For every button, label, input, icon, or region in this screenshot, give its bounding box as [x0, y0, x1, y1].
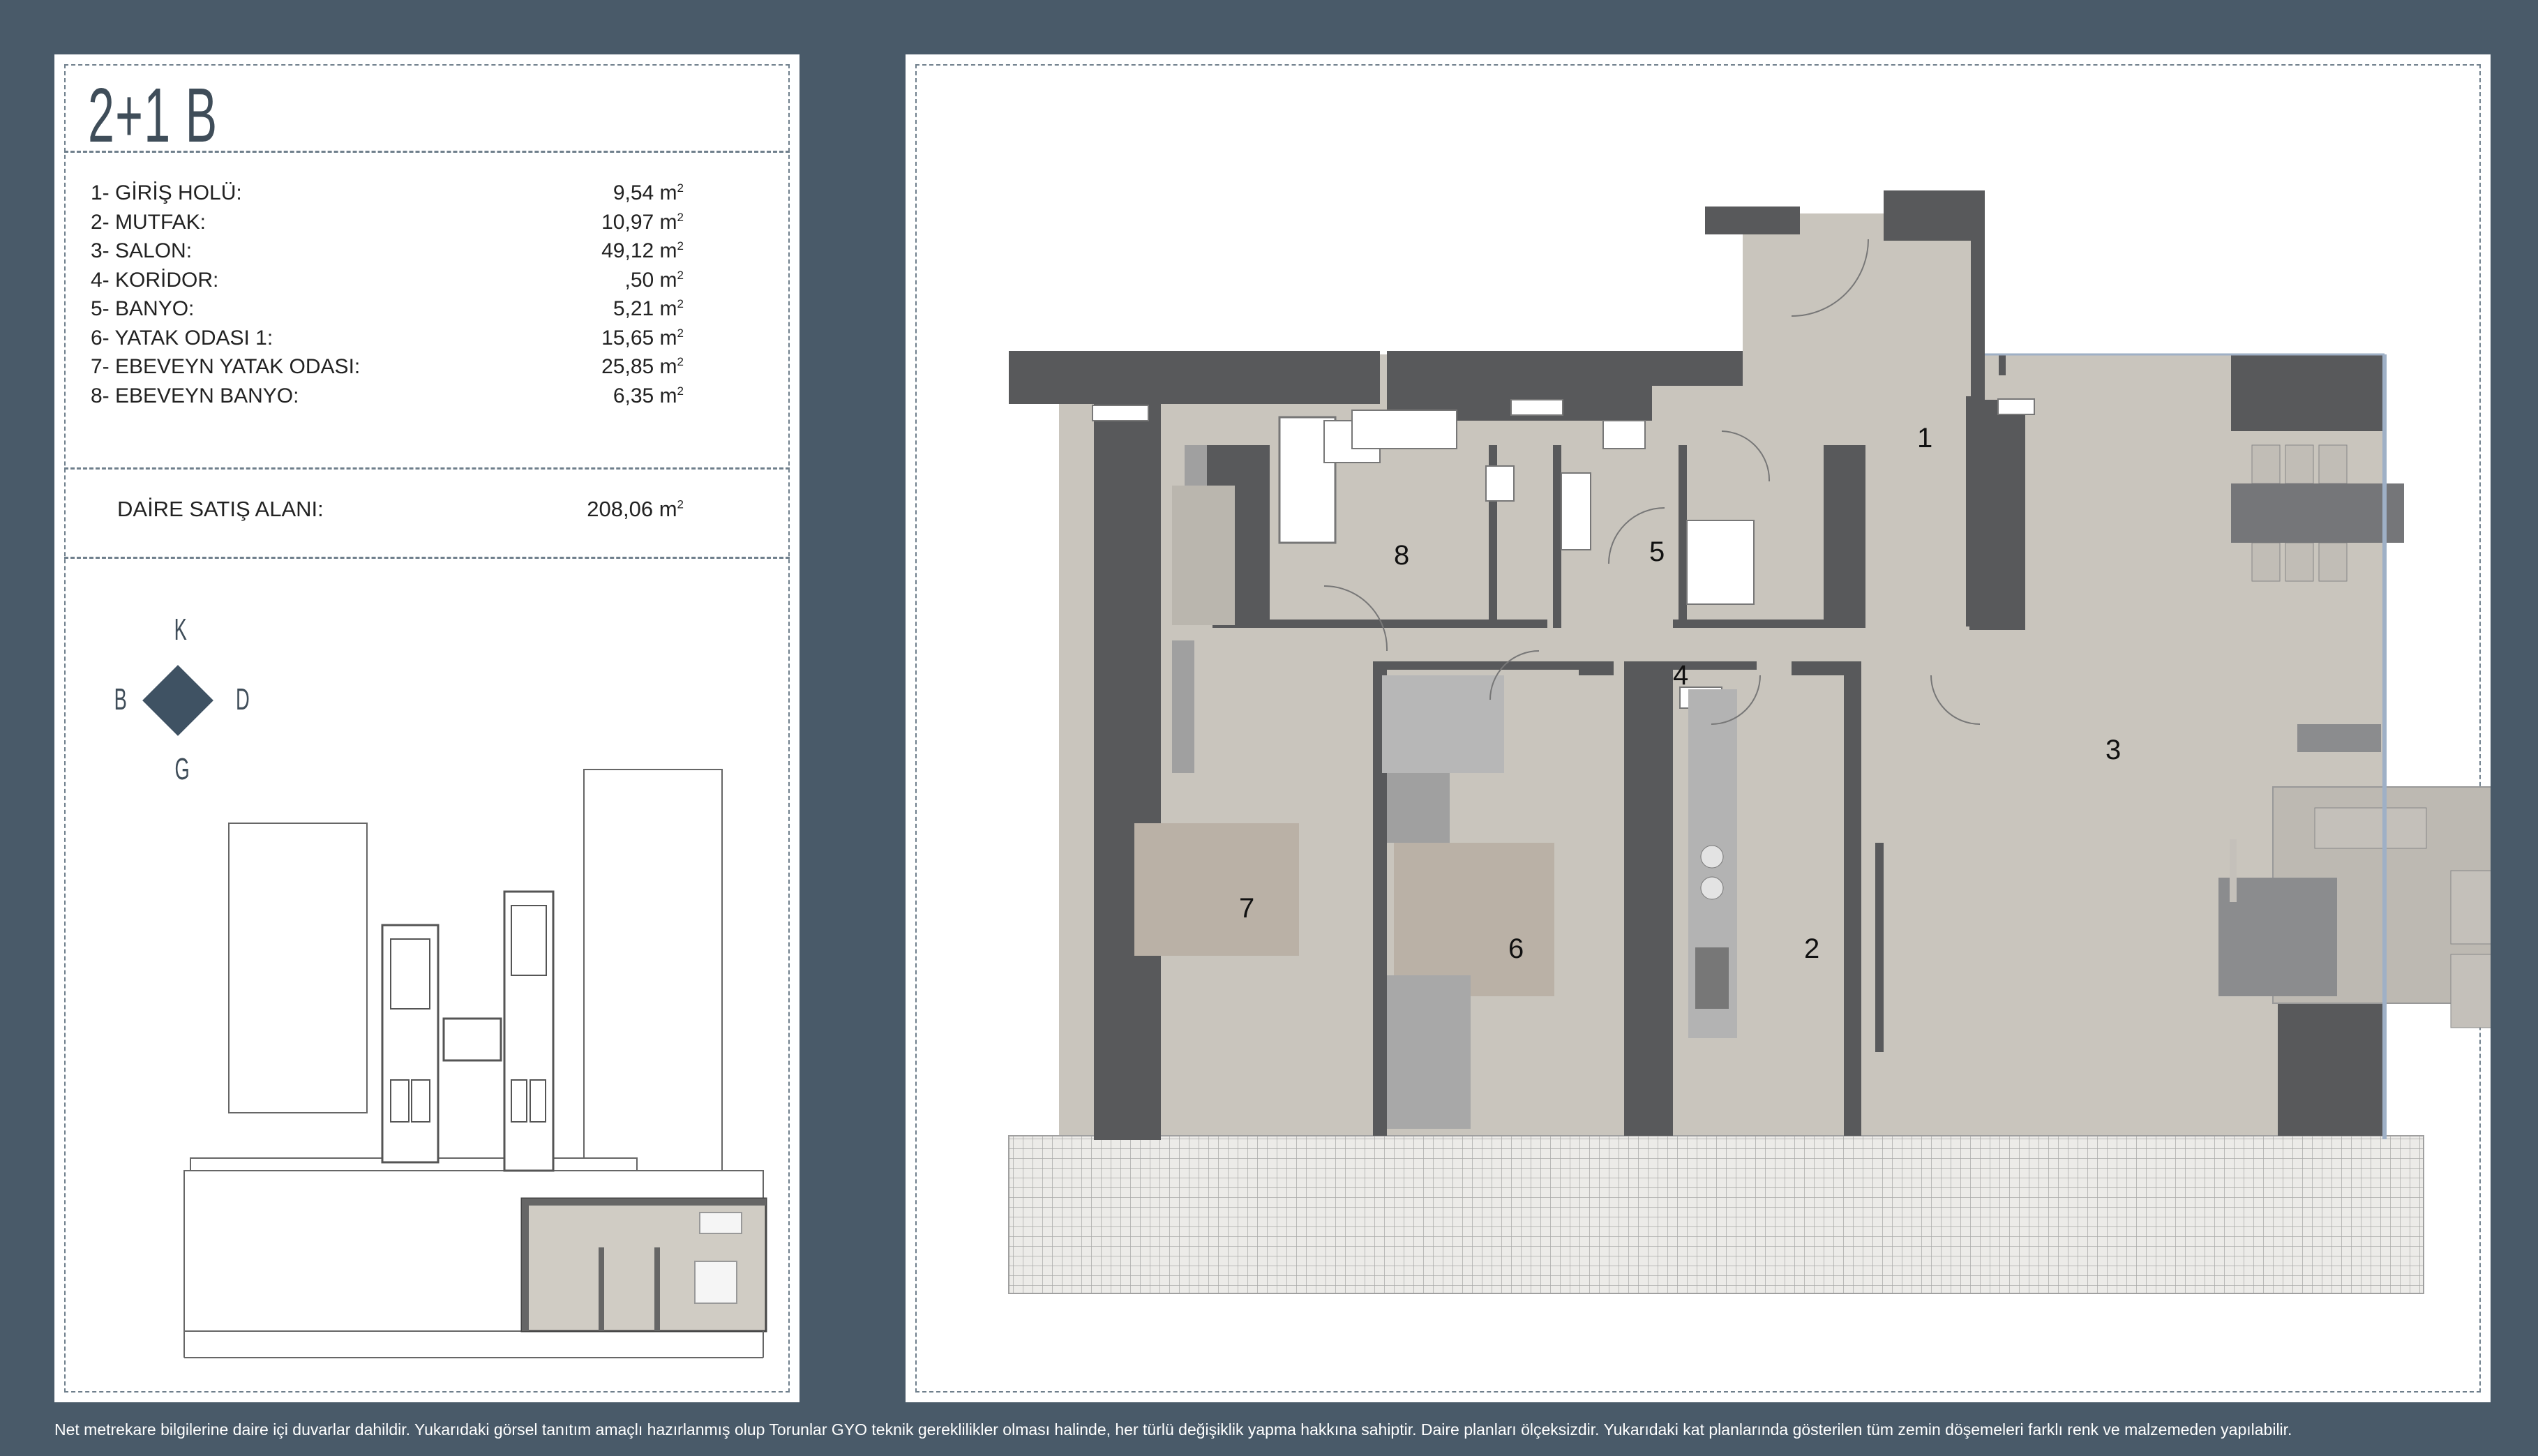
room-number-4: 4 [1673, 660, 1688, 691]
total-area-value: 208,06 m2 [587, 497, 684, 521]
room-row: 3- SALON: 49,12 m2 [91, 239, 684, 262]
room-row: 4- KORİDOR: ,50 m2 [91, 268, 684, 292]
room-number-1: 1 [1917, 423, 1932, 453]
tv-unit [2297, 724, 2381, 752]
total-area-label: DAİRE SATIŞ ALANI: [117, 497, 324, 521]
room-number-2: 2 [1804, 933, 1819, 964]
room-number-6: 6 [1508, 933, 1524, 964]
info-panel: 2+1 B 1- GİRİŞ HOLÜ: 9,54 m2 2- MUTFAK: 10… [54, 54, 799, 1402]
room-row: 2- MUTFAK: 10,97 m2 [91, 210, 684, 234]
room-row: 7- EBEVEYN YATAK ODASI: 25,85 m2 [91, 355, 684, 378]
bed-room-7 [1134, 823, 1299, 956]
compass-east: D [236, 682, 250, 716]
plan-title: 2+1 B [88, 73, 218, 158]
terrace [1008, 1135, 2424, 1294]
disclaimer-footnote: Net metrekare bilgilerine daire içi duva… [54, 1420, 2292, 1439]
room-number-7: 7 [1239, 893, 1254, 924]
room-row: 5- BANYO: 5,21 m2 [91, 297, 684, 320]
floor-plan: 1 2 3 4 5 6 7 8 [1008, 190, 2491, 1294]
floor-plan-panel: 1 2 3 4 5 6 7 8 [906, 54, 2491, 1402]
room-number-5: 5 [1649, 536, 1665, 567]
compass-north: K [174, 613, 187, 647]
room-row: 6- YATAK ODASI 1: 15,65 m2 [91, 326, 684, 350]
bed-room-6 [1394, 843, 1554, 996]
total-area: DAİRE SATIŞ ALANI: 208,06 m2 [117, 497, 684, 522]
room-number-8: 8 [1394, 540, 1409, 571]
room-row: 8- EBEVEYN BANYO: 6,35 m2 [91, 384, 684, 407]
divider [64, 151, 790, 153]
compass-west: B [114, 682, 127, 716]
room-row: 1- GİRİŞ HOLÜ: 9,54 m2 [91, 181, 684, 204]
room-number-3: 3 [2105, 735, 2121, 765]
divider [64, 557, 790, 559]
divider [64, 467, 790, 470]
site-key-plan [183, 769, 767, 1358]
sofa [2314, 807, 2427, 849]
room-area-list: 1- GİRİŞ HOLÜ: 9,54 m2 2- MUTFAK: 10,97 m2… [91, 181, 684, 413]
